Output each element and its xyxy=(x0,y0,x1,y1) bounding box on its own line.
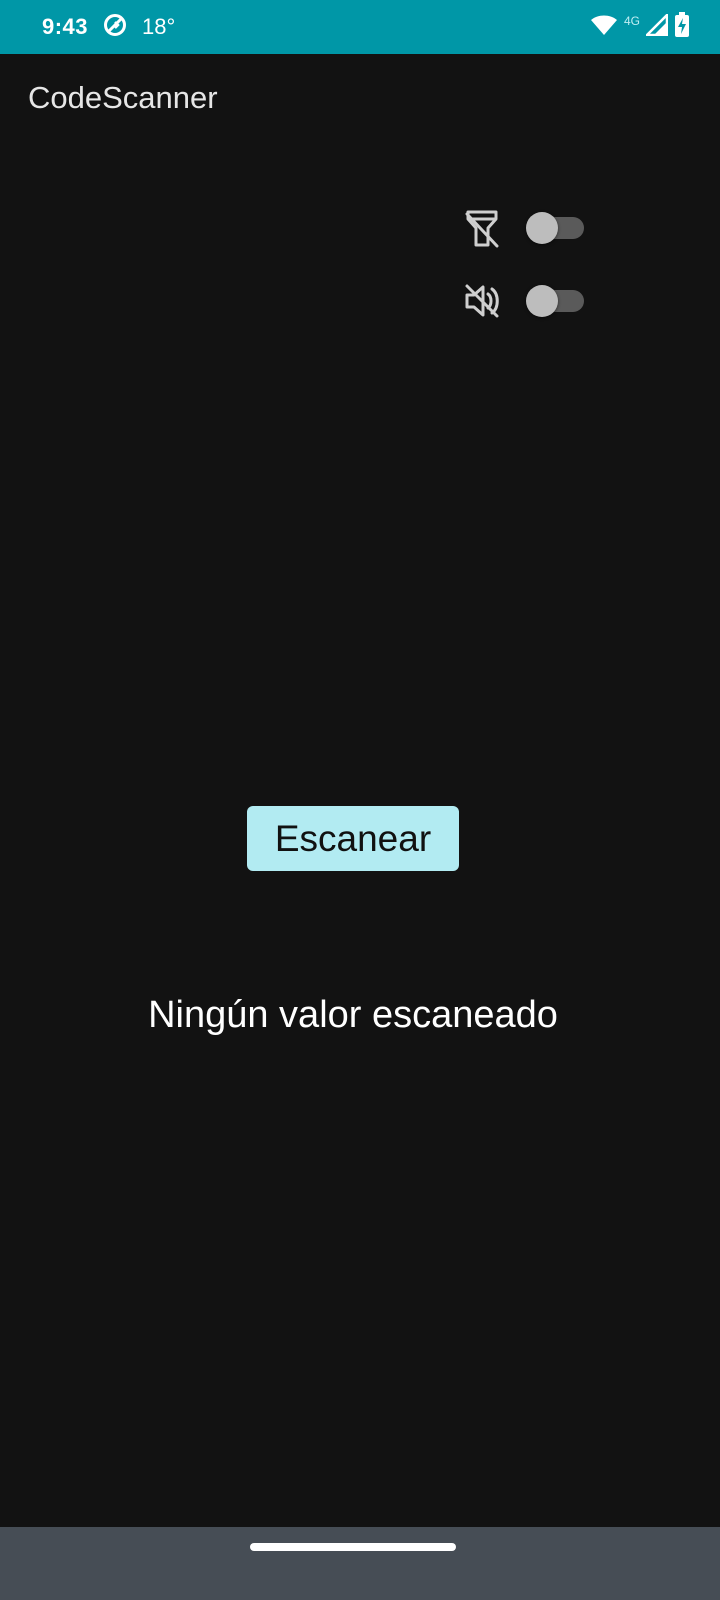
home-gesture-handle[interactable] xyxy=(250,1543,456,1551)
status-temperature: 18° xyxy=(142,14,176,39)
sound-toggle[interactable] xyxy=(526,281,586,321)
scan-button[interactable]: Escanear xyxy=(247,806,459,871)
sound-toggle-thumb xyxy=(526,285,558,317)
flashlight-off-icon xyxy=(462,208,502,248)
scan-result-text: Ningún valor escaneado xyxy=(148,994,558,1036)
flash-toggle[interactable] xyxy=(526,208,586,248)
status-bar-right: 4G xyxy=(590,0,690,54)
flash-toggle-thumb xyxy=(526,212,558,244)
signal-icon xyxy=(643,11,669,41)
volume-off-icon xyxy=(462,281,502,321)
app-title: CodeScanner xyxy=(28,80,218,115)
flash-control-row xyxy=(462,206,586,250)
wifi-icon xyxy=(590,13,618,42)
status-time: 9:43 xyxy=(42,14,89,39)
sync-icon xyxy=(102,12,128,43)
network-type-label: 4G xyxy=(623,14,640,28)
sound-control-row xyxy=(462,279,586,323)
app-screen: 9:43 18° 4G CodeScanner Escanear Ningún … xyxy=(0,0,720,1600)
battery-charging-icon xyxy=(674,11,690,43)
status-bar: 9:43 18° 4G xyxy=(0,0,720,54)
status-bar-left: 9:43 18° xyxy=(42,0,175,54)
navigation-bar xyxy=(0,1527,720,1600)
